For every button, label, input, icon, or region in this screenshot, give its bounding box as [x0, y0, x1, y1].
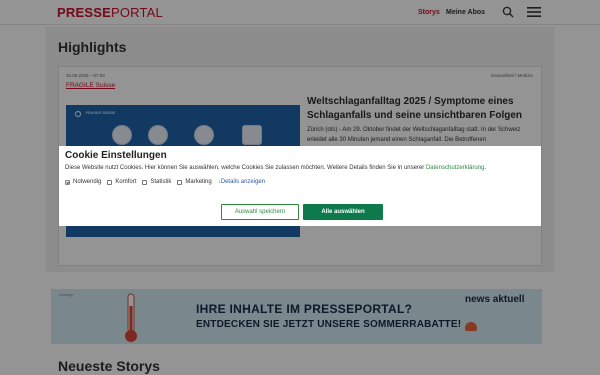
details-label: Details anzeigen — [220, 179, 266, 185]
option-komfort[interactable]: Komfort — [107, 179, 136, 185]
cookie-options: Notwendig Komfort Statistik Marketing ↓D… — [65, 179, 265, 185]
option-notwendig[interactable]: Notwendig — [65, 179, 101, 185]
cookie-title: Cookie Einstellungen — [65, 150, 167, 161]
option-marketing[interactable]: Marketing — [177, 179, 212, 185]
option-statistik[interactable]: Statistik — [142, 179, 171, 185]
checkbox-statistik[interactable] — [142, 179, 148, 185]
accept-all-button[interactable]: Alle auswählen — [303, 204, 383, 220]
checkbox-komfort[interactable] — [107, 179, 113, 185]
cookie-description: Diese Website nutzt Cookies. Hier können… — [65, 165, 486, 171]
save-selection-button[interactable]: Auswahl speichern — [221, 204, 299, 220]
option-label: Statistik — [150, 179, 172, 185]
checkbox-marketing[interactable] — [177, 179, 183, 185]
option-label: Notwendig — [73, 179, 102, 185]
privacy-policy-link[interactable]: Datenschutzerklärung — [426, 165, 484, 171]
cookie-consent-dialog: Cookie Einstellungen Diese Website nutzt… — [59, 146, 541, 226]
cookie-text: Diese Website nutzt Cookies. Hier können… — [65, 165, 426, 171]
option-label: Marketing — [185, 179, 212, 185]
cookie-text-end: . — [484, 165, 487, 171]
details-toggle-link[interactable]: ↓Details anzeigen — [218, 179, 265, 185]
checkbox-notwendig[interactable] — [65, 179, 70, 185]
option-label: Komfort — [115, 179, 137, 185]
